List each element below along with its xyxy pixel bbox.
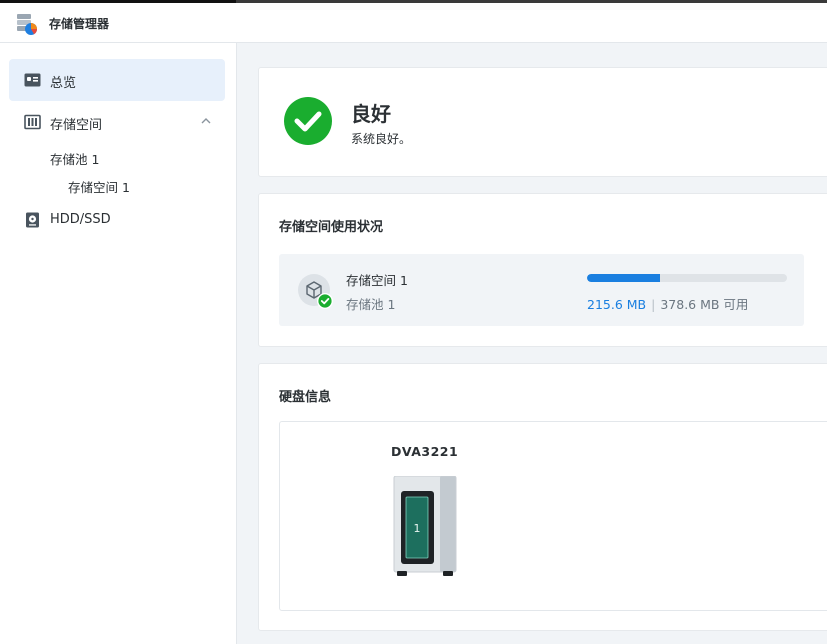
- usage-separator: |: [651, 297, 656, 312]
- title-bar: 存储管理器: [0, 3, 827, 43]
- disk-info-card: 硬盘信息 DVA3221 1: [258, 363, 827, 631]
- hdd-icon: [26, 212, 39, 228]
- drive-bay-number: 1: [414, 522, 421, 535]
- sidebar-item-storage-pool[interactable]: 存储池 1: [50, 149, 99, 168]
- sidebar-item-overview[interactable]: 总览: [9, 59, 225, 101]
- available-size: 378.6 MB 可用: [660, 297, 749, 312]
- overview-icon: [24, 73, 41, 87]
- volume-usage-row[interactable]: 存储空间 1 存储池 1 215.6 MB | 378.6 MB 可用: [279, 254, 804, 326]
- section-title: 存储空间使用状况: [279, 220, 384, 235]
- section-title: 硬盘信息: [279, 390, 332, 405]
- sidebar-item-label: HDD/SSD: [50, 212, 111, 227]
- nas-device-icon[interactable]: 1: [392, 476, 458, 580]
- volume-cube-icon: [298, 274, 333, 309]
- sidebar-item-label: 总览: [50, 76, 77, 91]
- used-size: 215.6 MB: [587, 297, 647, 312]
- sidebar-item-label: 存储空间: [50, 118, 103, 133]
- volume-pool-name: 存储池 1: [346, 297, 396, 312]
- sidebar: 总览 存储空间 存储池 1 存储空间 1 HDD/SSD: [0, 43, 237, 644]
- storage-usage-card: 存储空间使用状况 存储空间 1 存储池 1 215.6 MB | 378.6 MB …: [258, 193, 827, 347]
- status-title: 良好: [351, 102, 391, 126]
- storage-manager-icon: [17, 14, 37, 35]
- nas-model-name: DVA3221: [391, 444, 459, 459]
- chevron-up-icon[interactable]: [199, 114, 213, 128]
- app-title: 存储管理器: [49, 17, 110, 31]
- usage-progress-bar: [587, 274, 787, 282]
- check-circle-icon: [284, 97, 332, 145]
- disk-panel: DVA3221 1: [279, 421, 827, 611]
- sidebar-item-volume[interactable]: 存储空间 1: [68, 177, 130, 196]
- sidebar-item-storage-space[interactable]: 存储空间: [9, 101, 225, 143]
- volume-name: 存储空间 1: [346, 273, 408, 288]
- status-description: 系统良好。: [351, 132, 412, 146]
- usage-progress-fill: [587, 274, 660, 282]
- sidebar-item-hdd-ssd[interactable]: HDD/SSD: [9, 199, 225, 241]
- usage-text: 215.6 MB | 378.6 MB 可用: [587, 294, 748, 313]
- storage-space-icon: [24, 114, 41, 130]
- status-card: 良好 系统良好。: [258, 67, 827, 177]
